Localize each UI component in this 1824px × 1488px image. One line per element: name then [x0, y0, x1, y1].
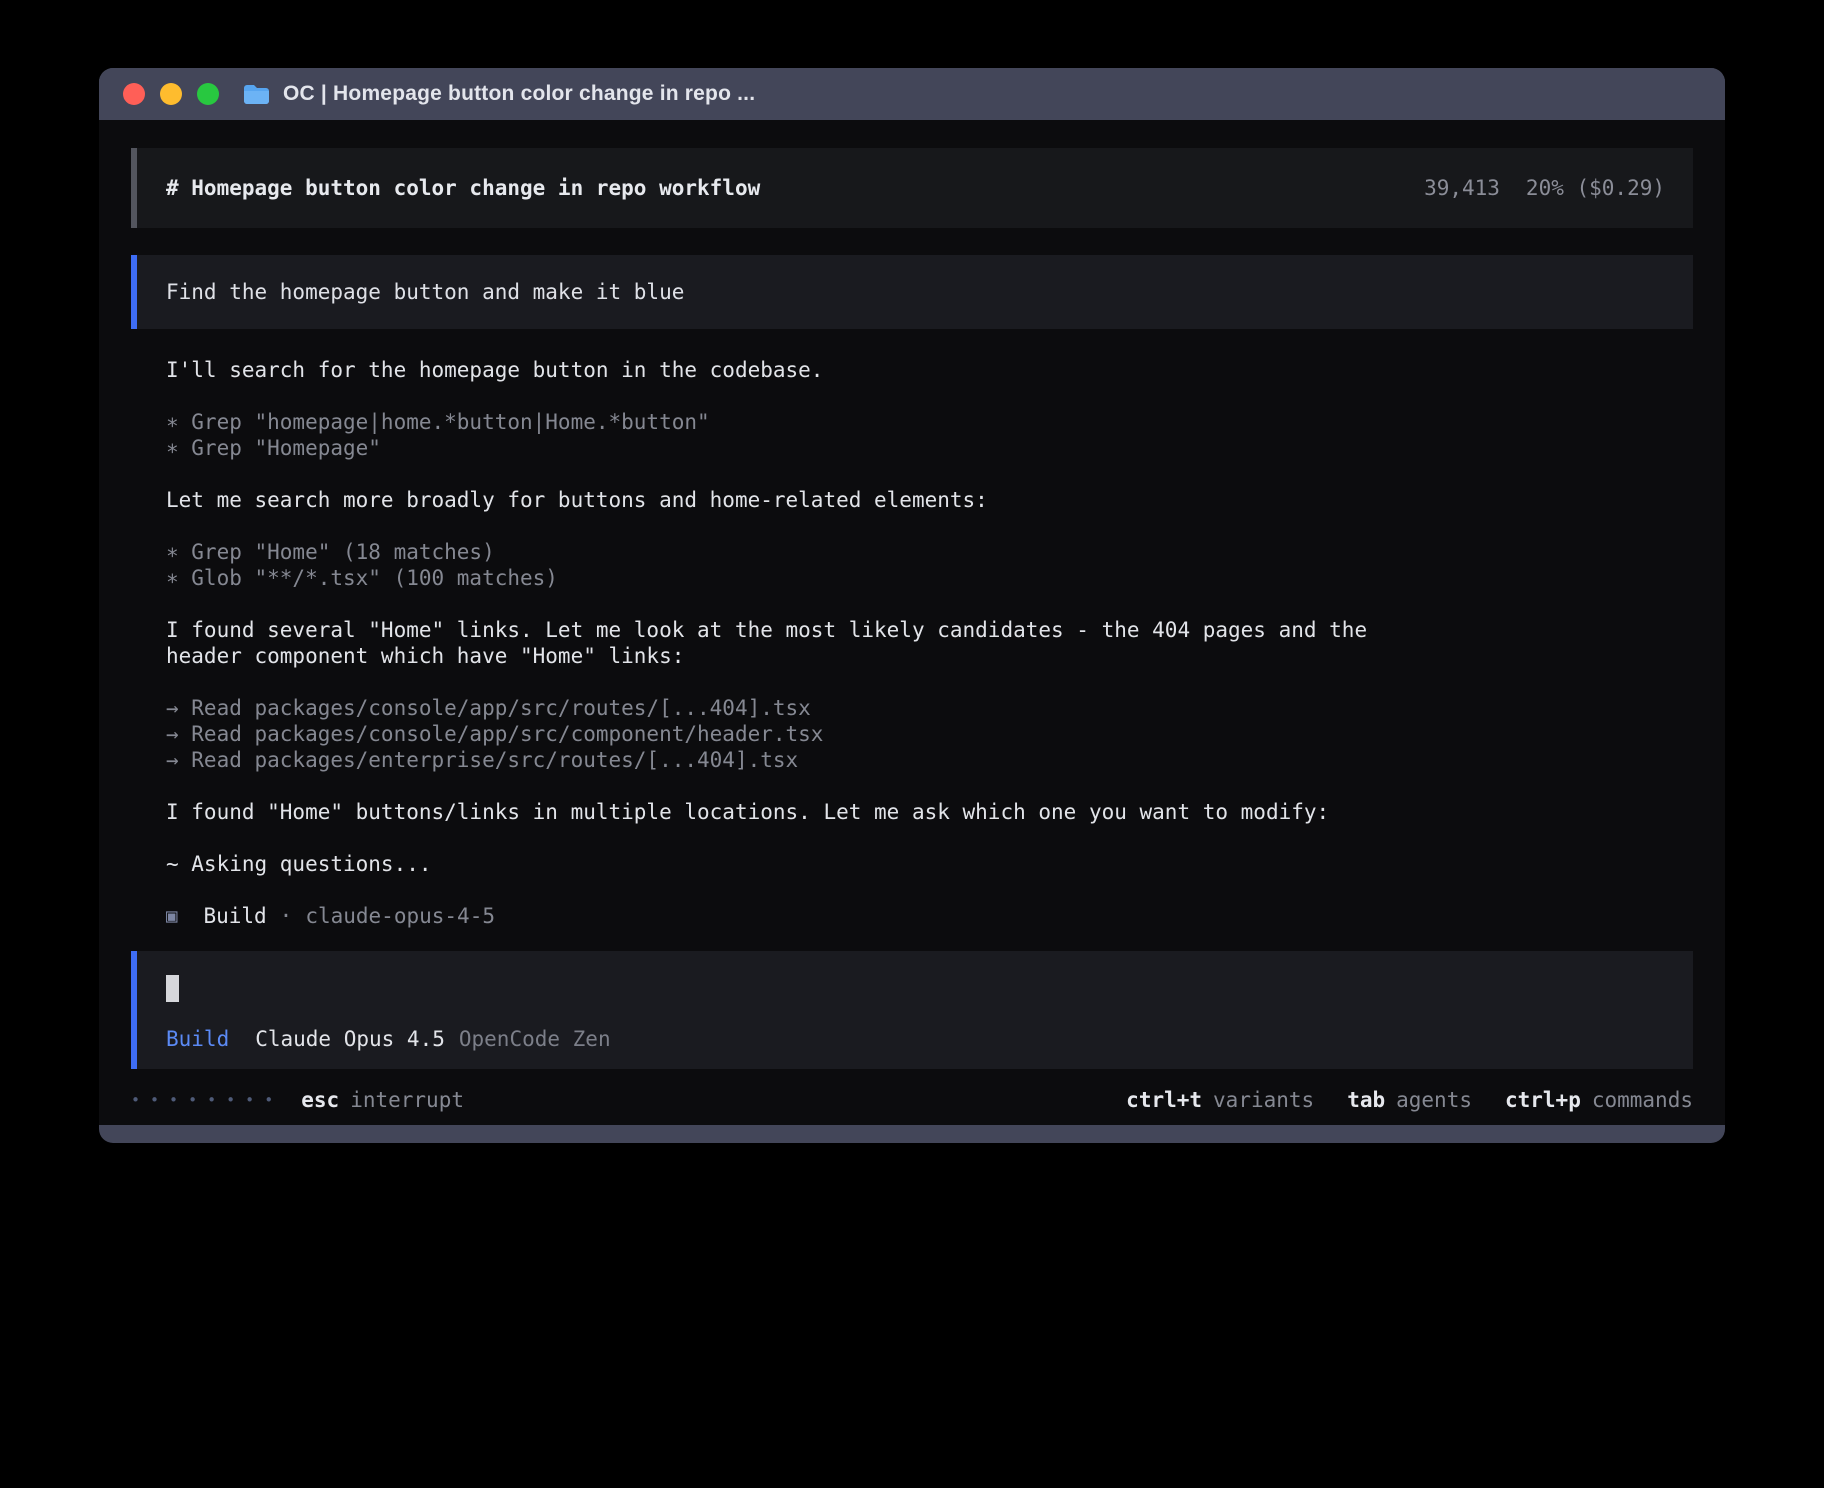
window-title: OC | Homepage button color change in rep… — [283, 82, 755, 106]
assistant-paragraph: Let me search more broadly for buttons a… — [166, 487, 1406, 513]
zoom-button[interactable] — [197, 83, 219, 105]
terminal-content: # Homepage button color change in repo w… — [99, 120, 1725, 1125]
session-stats: 39,413 20% ($0.29) — [1424, 175, 1665, 201]
assistant-paragraph: I found "Home" buttons/links in multiple… — [166, 799, 1406, 825]
agent-model: claude-opus-4-5 — [305, 903, 495, 929]
agent-icon: ▣ — [166, 903, 177, 929]
tool-call-read: → Read packages/console/app/src/routes/[… — [166, 695, 1693, 721]
token-count: 39,413 — [1424, 175, 1500, 201]
tool-call-grep: ∗ Grep "homepage|home.*button|Home.*butt… — [166, 409, 1693, 435]
statusbar-shortcuts: ctrl+t variants tab agents ctrl+p comman… — [1126, 1087, 1693, 1113]
user-message-text: Find the homepage button and make it blu… — [166, 279, 684, 305]
user-message: Find the homepage button and make it blu… — [131, 255, 1693, 329]
agent-separator: · — [280, 903, 293, 929]
tool-call-group: → Read packages/console/app/src/routes/[… — [166, 695, 1693, 773]
tool-call-read: → Read packages/console/app/src/componen… — [166, 721, 1693, 747]
spinner-dots: •••••••• — [131, 1087, 283, 1113]
tool-call-group: ∗ Grep "Home" (18 matches) ∗ Glob "**/*.… — [166, 539, 1693, 591]
esc-key-hint: esc — [301, 1087, 339, 1113]
minimize-button[interactable] — [160, 83, 182, 105]
variants-label: variants — [1213, 1087, 1314, 1113]
input-meta: Build Claude Opus 4.5 OpenCode Zen — [166, 1026, 1665, 1052]
shortcut-variants: ctrl+t variants — [1126, 1087, 1314, 1113]
terminal-window: OC | Homepage button color change in rep… — [99, 68, 1725, 1143]
tool-call-grep: ∗ Grep "Home" (18 matches) — [166, 539, 1693, 565]
asking-questions-status: ~ Asking questions... — [166, 851, 1406, 877]
context-usage: 20% ($0.29) — [1526, 175, 1665, 201]
agent-status-line: ▣ Build · claude-opus-4-5 — [166, 903, 1693, 929]
agents-label: agents — [1396, 1087, 1472, 1113]
interrupt-label: interrupt — [350, 1087, 464, 1113]
ctrl-p-key-hint: ctrl+p — [1505, 1087, 1581, 1113]
session-title: # Homepage button color change in repo w… — [166, 175, 760, 201]
agent-name: Build — [203, 903, 266, 929]
tool-call-glob: ∗ Glob "**/*.tsx" (100 matches) — [166, 565, 1693, 591]
shortcut-commands: ctrl+p commands — [1505, 1087, 1693, 1113]
tool-call-group: ∗ Grep "homepage|home.*button|Home.*butt… — [166, 409, 1693, 461]
ctrl-t-key-hint: ctrl+t — [1126, 1087, 1202, 1113]
session-header: # Homepage button color change in repo w… — [131, 148, 1693, 228]
input-mode[interactable]: Build — [166, 1026, 229, 1052]
prompt-input[interactable]: Build Claude Opus 4.5 OpenCode Zen — [131, 951, 1693, 1069]
status-bar: •••••••• esc interrupt ctrl+t variants t… — [131, 1087, 1693, 1113]
tab-key-hint: tab — [1347, 1087, 1385, 1113]
tool-call-grep: ∗ Grep "Homepage" — [166, 435, 1693, 461]
input-provider: OpenCode Zen — [459, 1026, 611, 1052]
close-button[interactable] — [123, 83, 145, 105]
text-cursor — [166, 975, 179, 1002]
folder-icon — [243, 83, 270, 105]
assistant-paragraph: I'll search for the homepage button in t… — [166, 357, 1406, 383]
statusbar-left: •••••••• esc interrupt — [131, 1087, 464, 1113]
tool-call-read: → Read packages/enterprise/src/routes/[.… — [166, 747, 1693, 773]
traffic-lights — [123, 83, 219, 105]
assistant-paragraph: I found several "Home" links. Let me loo… — [166, 617, 1406, 669]
window-titlebar: OC | Homepage button color change in rep… — [99, 68, 1725, 120]
input-model[interactable]: Claude Opus 4.5 — [255, 1026, 445, 1052]
assistant-transcript: I'll search for the homepage button in t… — [131, 357, 1693, 929]
commands-label: commands — [1592, 1087, 1693, 1113]
shortcut-agents: tab agents — [1347, 1087, 1472, 1113]
